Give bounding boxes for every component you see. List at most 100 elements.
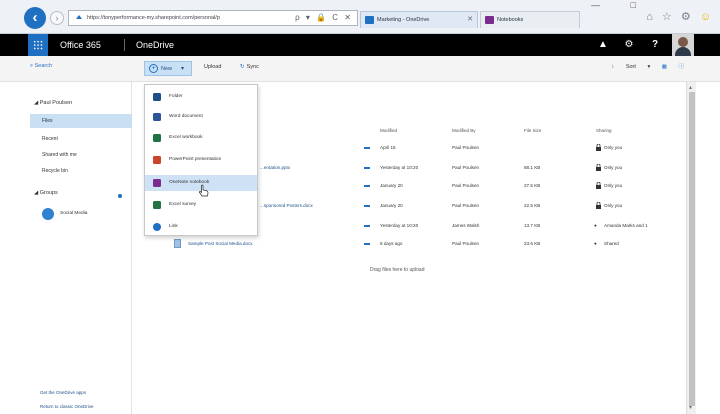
menu-item-label: Excel workbook [169, 135, 203, 140]
modified-by-cell: Paul Poulsen [452, 183, 480, 188]
size-cell: 88.1 KB [524, 165, 541, 170]
groups-label: Groups [39, 190, 58, 196]
file-name[interactable]: Sample Post Social Media.docx [188, 241, 253, 246]
excel-survey-icon [153, 201, 161, 209]
modified-cell: 6 days ago [380, 241, 403, 246]
menu-item-label: Word document [169, 114, 203, 119]
column-header-modified-by[interactable]: Modified By [452, 128, 476, 133]
tab-marketing-onedrive[interactable]: Marketing - OneDrive ✕ [360, 11, 478, 28]
vertical-scrollbar[interactable]: ▴ ▾ [686, 82, 696, 414]
info-icon[interactable]: ⓘ [678, 64, 684, 70]
file-name[interactable]: ...entation.pptx [260, 165, 290, 170]
new-dropdown-menu: Folder Word document Excel workbook Powe… [144, 84, 258, 236]
ellipsis-icon[interactable] [364, 243, 370, 245]
modified-cell: January 20 [380, 203, 403, 208]
nav-user-heading[interactable]: ◢ Paul Poulsen [34, 100, 72, 106]
home-star-gear-icons[interactable]: ⌂ ☆ ⚙ [646, 11, 693, 23]
modified-by-cell: James Walsh [452, 223, 480, 228]
sync-button[interactable]: ↻ Sync [240, 64, 259, 70]
group-label: Social Media [60, 211, 88, 216]
people-icon: ● [594, 223, 597, 228]
menu-item-powerpoint-presentation[interactable]: PowerPoint presentation [145, 152, 257, 168]
sidebar-item-label: Recent [42, 136, 58, 142]
view-toggle-icon[interactable]: ▦ [662, 64, 667, 70]
sharing-cell: Only you [604, 203, 623, 208]
office-365-brand[interactable]: Office 365 [60, 40, 101, 50]
onedrive-window: ‹ › https://tonyperformance-my.sharepoin… [0, 0, 720, 414]
collapse-icon[interactable]: ◢ [34, 100, 38, 106]
search-input[interactable]: ⌕ Search [30, 63, 52, 70]
drop-zone-hint[interactable]: Drag files here to upload [370, 267, 424, 273]
tab-label: Notebooks [497, 17, 524, 23]
groups-heading[interactable]: ◢ Groups [34, 190, 58, 196]
collapse-icon[interactable]: ◢ [34, 190, 38, 196]
scroll-down-icon[interactable]: ▾ [689, 404, 692, 411]
help-icon[interactable]: ? [644, 34, 666, 56]
ellipsis-icon[interactable] [364, 167, 370, 169]
address-bar-icons[interactable]: ρ ▾ 🔒 C ✕ [295, 13, 353, 22]
avatar-head [678, 37, 688, 47]
tab-notebooks[interactable]: Notebooks [480, 11, 580, 28]
ellipsis-icon[interactable] [364, 205, 370, 207]
menu-item-label: Link [169, 224, 178, 229]
modified-cell: April 15 [380, 145, 396, 150]
plus-icon: + [149, 64, 158, 73]
user-name: Paul Poulsen [39, 100, 73, 106]
search-label: Search [34, 63, 53, 69]
menu-item-word-document[interactable]: Word document [145, 109, 257, 125]
sidebar-item-recycle-bin[interactable]: Recycle bin [30, 164, 132, 178]
size-cell: 13.7 KB [524, 223, 541, 228]
chevron-down-icon: ▾ [647, 64, 651, 70]
gear-icon[interactable]: ⚙ [618, 34, 640, 56]
view-commands: ↕ Sort ▾ ▦ ⓘ [592, 62, 684, 70]
menu-item-folder[interactable]: Folder [145, 89, 257, 105]
address-bar[interactable]: https://tonyperformance-my.sharepoint.co… [68, 10, 358, 26]
column-header-file-size[interactable]: File Size [524, 128, 541, 133]
ellipsis-icon[interactable] [364, 185, 370, 187]
back-arrow-icon[interactable]: ‹ [24, 7, 46, 29]
sidebar-item-shared-with-me[interactable]: Shared with me [30, 148, 132, 162]
column-header-modified[interactable]: Modified [380, 128, 397, 133]
menu-item-link[interactable]: Link [145, 219, 257, 235]
address-url[interactable]: https://tonyperformance-my.sharepoint.co… [87, 15, 220, 21]
lock-icon [596, 144, 601, 151]
ellipsis-icon[interactable] [364, 147, 370, 149]
modified-by-cell: Paul Poulsen [452, 203, 480, 208]
sidebar-item-files[interactable]: Files [30, 114, 132, 128]
sort-button[interactable]: ↕ Sort ▾ [602, 64, 651, 70]
menu-item-excel-workbook[interactable]: Excel workbook [145, 130, 257, 146]
bell-icon[interactable]: ▲ [592, 34, 614, 56]
excel-icon [153, 134, 161, 142]
smiley-icon[interactable]: ☺ [700, 11, 714, 23]
word-icon [153, 113, 161, 121]
menu-item-label: Folder [169, 94, 183, 99]
onenote-icon [153, 179, 161, 187]
sidebar-item-recent[interactable]: Recent [30, 132, 132, 146]
suite-bar-divider [124, 39, 125, 51]
sidebar-item-label: Shared with me [42, 152, 77, 158]
return-to-classic-link[interactable]: Return to classic OneDrive [40, 404, 94, 409]
app-launcher-button[interactable] [28, 34, 48, 56]
menu-item-excel-survey[interactable]: Excel survey [145, 197, 257, 213]
sharing-cell: Amanda Marks and 1 [604, 223, 648, 228]
onedrive-tab-icon [365, 16, 374, 24]
upload-button[interactable]: Upload [204, 64, 221, 70]
avatar[interactable] [672, 34, 694, 56]
browser-toolbar-icons[interactable]: ⌂ ☆ ⚙ ☺ [646, 10, 714, 23]
column-header-sharing[interactable]: Sharing [596, 128, 612, 133]
table-row[interactable]: Sample Post Social Media.docx 6 days ago… [132, 236, 688, 253]
scroll-up-icon[interactable]: ▴ [689, 84, 692, 91]
app-name[interactable]: OneDrive [136, 40, 174, 50]
sharing-cell: Only you [604, 145, 623, 150]
window-controls[interactable]: — □ [591, 0, 650, 10]
file-name[interactable]: ...sponsored Postsrs.docx [260, 203, 313, 208]
scrollbar-thumb[interactable] [689, 92, 695, 406]
new-button[interactable]: + New ▾ [144, 61, 192, 76]
ellipsis-icon[interactable] [364, 225, 370, 227]
size-cell: 27.5 KB [524, 183, 541, 188]
link-icon [153, 223, 161, 231]
tab-close-icon[interactable]: ✕ [467, 15, 473, 23]
lock-icon [596, 202, 601, 209]
forward-arrow-icon[interactable]: › [50, 11, 64, 25]
get-onedrive-apps-link[interactable]: Get the OneDrive apps [40, 390, 86, 395]
